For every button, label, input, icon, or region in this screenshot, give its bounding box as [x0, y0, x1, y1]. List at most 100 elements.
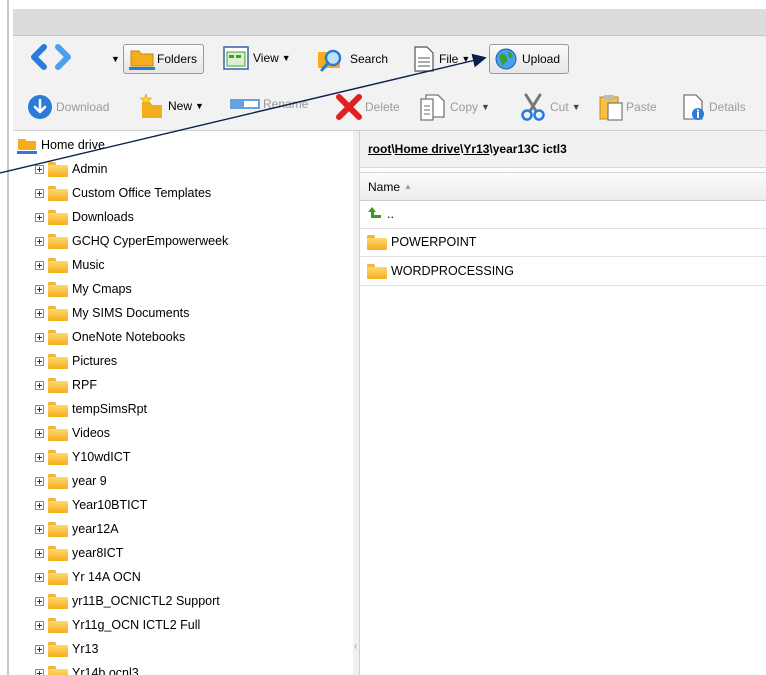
upload-button[interactable]: Upload: [489, 44, 570, 74]
folder-icon: [367, 234, 387, 250]
folders-button[interactable]: Folders: [123, 44, 205, 74]
download-button[interactable]: Download: [27, 94, 109, 120]
paste-button[interactable]: Paste: [598, 93, 657, 121]
main-toolbar: ▼ Folders View ▼ Search File ▼ Upload: [13, 36, 766, 83]
copy-button[interactable]: Copy ▼: [418, 93, 490, 121]
expand-toggle-icon[interactable]: [35, 428, 44, 438]
expand-toggle-icon[interactable]: [35, 164, 44, 174]
new-label: New: [168, 99, 193, 113]
rename-label: Rename: [263, 97, 309, 111]
title-bar: [13, 9, 766, 36]
nav-history-dropdown[interactable]: ▼: [111, 54, 120, 64]
expand-toggle-icon[interactable]: [35, 188, 44, 198]
tree-item[interactable]: Yr14b ocnl3: [35, 661, 139, 675]
folder-icon: [48, 209, 68, 225]
file-row-label: POWERPOINT: [391, 235, 477, 249]
tree-item[interactable]: Yr11g_OCN ICTL2 Full: [35, 613, 200, 637]
tree-item-label: yr11B_OCNICTL2 Support: [72, 594, 220, 608]
expand-toggle-icon[interactable]: [35, 644, 44, 654]
tree-item[interactable]: Yr 14A OCN: [35, 565, 141, 589]
tree-item-label: Pictures: [72, 354, 118, 368]
search-button[interactable]: Search: [316, 46, 388, 72]
tree-item[interactable]: Year10BTICT: [35, 493, 147, 517]
expand-toggle-icon[interactable]: [35, 500, 44, 510]
folder-icon: [48, 569, 68, 585]
tree-item[interactable]: My Cmaps: [35, 277, 132, 301]
expand-toggle-icon[interactable]: [35, 620, 44, 630]
expand-toggle-icon[interactable]: [35, 524, 44, 534]
expand-toggle-icon[interactable]: [35, 236, 44, 246]
pane-splitter[interactable]: ‹: [353, 131, 360, 675]
tree-item-label: Y10wdICT: [72, 450, 131, 464]
tree-item-label: My Cmaps: [72, 282, 132, 296]
tree-item[interactable]: year8ICT: [35, 541, 123, 565]
view-button[interactable]: View ▼: [223, 46, 291, 70]
folder-icon: [48, 377, 68, 393]
delete-button[interactable]: Delete: [335, 94, 400, 120]
folder-icon: [48, 593, 68, 609]
breadcrumb-yr13[interactable]: Yr13: [463, 142, 489, 156]
forward-arrow-icon[interactable]: [53, 44, 73, 70]
folder-icon: [48, 425, 68, 441]
folder-icon: [367, 263, 387, 279]
expand-toggle-icon[interactable]: [35, 356, 44, 366]
expand-toggle-icon[interactable]: [35, 308, 44, 318]
home-drive-icon: [17, 138, 37, 154]
file-row[interactable]: POWERPOINT: [360, 228, 766, 257]
expand-toggle-icon[interactable]: [35, 668, 44, 675]
expand-toggle-icon[interactable]: [35, 284, 44, 294]
tree-item[interactable]: Downloads: [35, 205, 134, 229]
breadcrumb-root[interactable]: root: [368, 142, 391, 156]
tree-item[interactable]: Pictures: [35, 349, 117, 373]
tree-item[interactable]: Admin: [35, 157, 107, 181]
rename-button[interactable]: Rename: [229, 95, 308, 113]
tree-item[interactable]: Y10wdICT: [35, 445, 130, 469]
expand-toggle-icon[interactable]: [35, 404, 44, 414]
tree-item[interactable]: Yr13: [35, 637, 98, 661]
tree-item-label: Music: [72, 258, 105, 272]
expand-toggle-icon[interactable]: [35, 596, 44, 606]
file-menu-button[interactable]: File ▼: [413, 46, 470, 72]
breadcrumb-home-drive[interactable]: Home drive: [395, 142, 460, 156]
folder-icon: [48, 641, 68, 657]
tree-item[interactable]: OneNote Notebooks: [35, 325, 185, 349]
new-button[interactable]: New ▼: [138, 92, 204, 120]
scissors-icon: [521, 93, 545, 121]
tree-item-label: Yr 14A OCN: [72, 570, 141, 584]
tree-item[interactable]: year 9: [35, 469, 107, 493]
name-column-header[interactable]: Name ▲: [360, 172, 766, 201]
expand-toggle-icon[interactable]: [35, 332, 44, 342]
folder-icon: [48, 305, 68, 321]
details-button[interactable]: Details: [681, 93, 746, 121]
splitter-grip-icon[interactable]: ‹: [354, 641, 357, 652]
expand-toggle-icon[interactable]: [35, 260, 44, 270]
cut-button[interactable]: Cut ▼: [518, 93, 581, 121]
folder-icon: [48, 473, 68, 489]
expand-toggle-icon[interactable]: [35, 476, 44, 486]
expand-toggle-icon[interactable]: [35, 548, 44, 558]
tree-item[interactable]: Music: [35, 253, 105, 277]
download-icon: [28, 95, 52, 119]
tree-item-label: GCHQ CyperEmpowerweek: [72, 234, 229, 248]
tree-item[interactable]: tempSimsRpt: [35, 397, 147, 421]
tree-item[interactable]: Videos: [35, 421, 110, 445]
tree-item[interactable]: year12A: [35, 517, 119, 541]
tree-item[interactable]: yr11B_OCNICTL2 Support: [35, 589, 220, 613]
tree-item-label: RPF: [72, 378, 97, 392]
folder-icon: [48, 521, 68, 537]
copy-label: Copy: [450, 100, 479, 114]
x-icon: [336, 94, 362, 120]
tree-item[interactable]: RPF: [35, 373, 97, 397]
expand-toggle-icon[interactable]: [35, 572, 44, 582]
expand-toggle-icon[interactable]: [35, 452, 44, 462]
parent-folder-row[interactable]: ..: [360, 200, 766, 229]
tree-item[interactable]: My SIMS Documents: [35, 301, 189, 325]
tree-root-home-drive[interactable]: Home drive: [13, 133, 105, 157]
expand-toggle-icon[interactable]: [35, 380, 44, 390]
file-row[interactable]: WORDPROCESSING: [360, 257, 766, 286]
back-arrow-icon[interactable]: [29, 44, 49, 70]
tree-item[interactable]: GCHQ CyperEmpowerweek: [35, 229, 228, 253]
folder-icon: [48, 617, 68, 633]
expand-toggle-icon[interactable]: [35, 212, 44, 222]
tree-item[interactable]: Custom Office Templates: [35, 181, 211, 205]
